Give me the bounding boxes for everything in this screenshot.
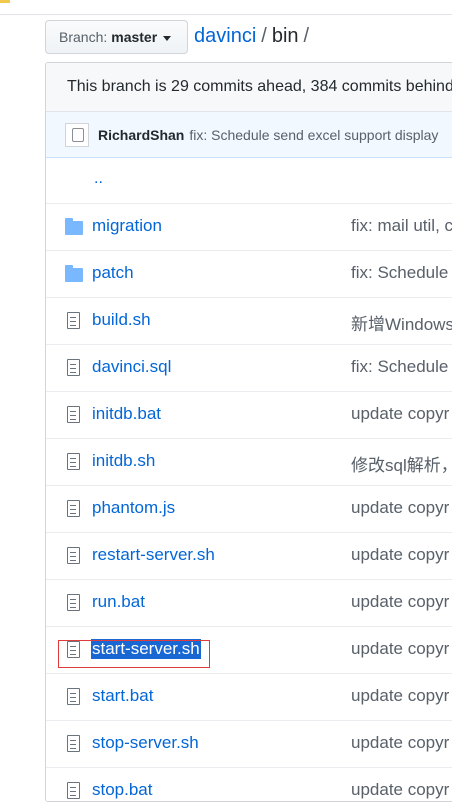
avatar[interactable] bbox=[65, 122, 89, 147]
file-name-link[interactable]: stop.bat bbox=[92, 780, 153, 800]
breadcrumb-current-folder: bin bbox=[271, 25, 299, 47]
corner-mark bbox=[0, 0, 10, 3]
latest-commit-bar: RichardShan fix: Schedule send excel sup… bbox=[46, 112, 452, 158]
commit-author[interactable]: RichardShan bbox=[98, 127, 184, 143]
file-name-link[interactable]: start-server.sh bbox=[91, 639, 201, 659]
commit-message-link[interactable]: update copyr bbox=[351, 498, 449, 518]
branch-info-bar: This branch is 29 commits ahead, 384 com… bbox=[46, 63, 452, 112]
caret-down-icon bbox=[163, 35, 172, 41]
file-row: phantom.js update copyr bbox=[46, 486, 452, 533]
branch-label: Branch: bbox=[59, 29, 108, 45]
breadcrumb-repo-link[interactable]: davinci bbox=[194, 25, 256, 47]
file-name-link[interactable]: davinci.sql bbox=[92, 357, 171, 377]
breadcrumb-trailing-separator: / bbox=[303, 25, 310, 47]
file-icon bbox=[67, 547, 80, 564]
file-name-link[interactable]: run.bat bbox=[92, 592, 145, 612]
file-row: run.bat update copyr bbox=[46, 580, 452, 627]
file-name-link[interactable]: migration bbox=[92, 216, 162, 236]
commit-message-link[interactable]: fix: Schedule bbox=[351, 263, 448, 283]
file-row: restart-server.sh update copyr bbox=[46, 533, 452, 580]
file-icon bbox=[67, 735, 80, 752]
file-row: build.sh 新增Windows bbox=[46, 298, 452, 345]
file-name-link[interactable]: phantom.js bbox=[92, 498, 175, 518]
commit-message-link[interactable]: update copyr bbox=[351, 404, 449, 424]
file-row: davinci.sql fix: Schedule bbox=[46, 345, 452, 392]
commit-message-link[interactable]: fix: mail util, c bbox=[351, 216, 452, 236]
file-list: migration fix: mail util, c patch fix: Sche… bbox=[46, 204, 452, 801]
file-row: stop-server.sh update copyr bbox=[46, 721, 452, 768]
commit-message-link[interactable]: 新增Windows bbox=[351, 310, 452, 335]
branch-value: master bbox=[111, 29, 158, 45]
commit-message-link[interactable]: update copyr bbox=[351, 592, 449, 612]
file-name-link[interactable]: build.sh bbox=[92, 310, 151, 330]
parent-directory-link[interactable]: .. bbox=[94, 170, 103, 188]
commit-message-link[interactable]: update copyr bbox=[351, 686, 449, 706]
file-icon bbox=[67, 688, 80, 705]
breadcrumb-separator: / bbox=[261, 25, 267, 47]
file-name-link[interactable]: stop-server.sh bbox=[92, 733, 199, 753]
file-icon bbox=[67, 406, 80, 423]
file-row: start-server.sh update copyr bbox=[46, 627, 452, 674]
commit-message-link[interactable]: update copyr bbox=[351, 545, 449, 565]
file-row: patch fix: Schedule bbox=[46, 251, 452, 298]
commit-message[interactable]: fix: Schedule send excel support display bbox=[189, 127, 438, 143]
top-divider bbox=[0, 14, 452, 15]
file-icon bbox=[67, 641, 80, 658]
file-row: start.bat update copyr bbox=[46, 674, 452, 721]
file-icon bbox=[67, 312, 80, 329]
file-icon bbox=[67, 359, 80, 376]
parent-directory-row: .. bbox=[46, 158, 452, 204]
commit-message-link[interactable]: update copyr bbox=[351, 639, 449, 659]
file-icon bbox=[67, 782, 80, 799]
file-icon bbox=[67, 594, 80, 611]
file-name-link[interactable]: initdb.sh bbox=[92, 451, 155, 471]
commit-message-link[interactable]: 修改sql解析， bbox=[351, 451, 452, 476]
commit-message-link[interactable]: update copyr bbox=[351, 733, 449, 753]
branch-select-button[interactable]: Branch: master bbox=[45, 20, 188, 54]
folder-icon bbox=[65, 265, 83, 282]
file-row: stop.bat update copyr bbox=[46, 768, 452, 801]
file-name-link[interactable]: restart-server.sh bbox=[92, 545, 215, 565]
breadcrumb: davinci / bin / bbox=[194, 25, 314, 48]
commit-message-link[interactable]: fix: Schedule bbox=[351, 357, 448, 377]
file-name-link[interactable]: patch bbox=[92, 263, 134, 283]
file-browser: This branch is 29 commits ahead, 384 com… bbox=[45, 62, 452, 802]
file-icon bbox=[67, 500, 80, 517]
file-row: migration fix: mail util, c bbox=[46, 204, 452, 251]
file-row: initdb.bat update copyr bbox=[46, 392, 452, 439]
folder-icon bbox=[65, 218, 83, 235]
file-name-link[interactable]: initdb.bat bbox=[92, 404, 161, 424]
file-row: initdb.sh 修改sql解析， bbox=[46, 439, 452, 486]
commit-message-link[interactable]: update copyr bbox=[351, 780, 449, 800]
file-icon bbox=[67, 453, 80, 470]
file-name-link[interactable]: start.bat bbox=[92, 686, 153, 706]
